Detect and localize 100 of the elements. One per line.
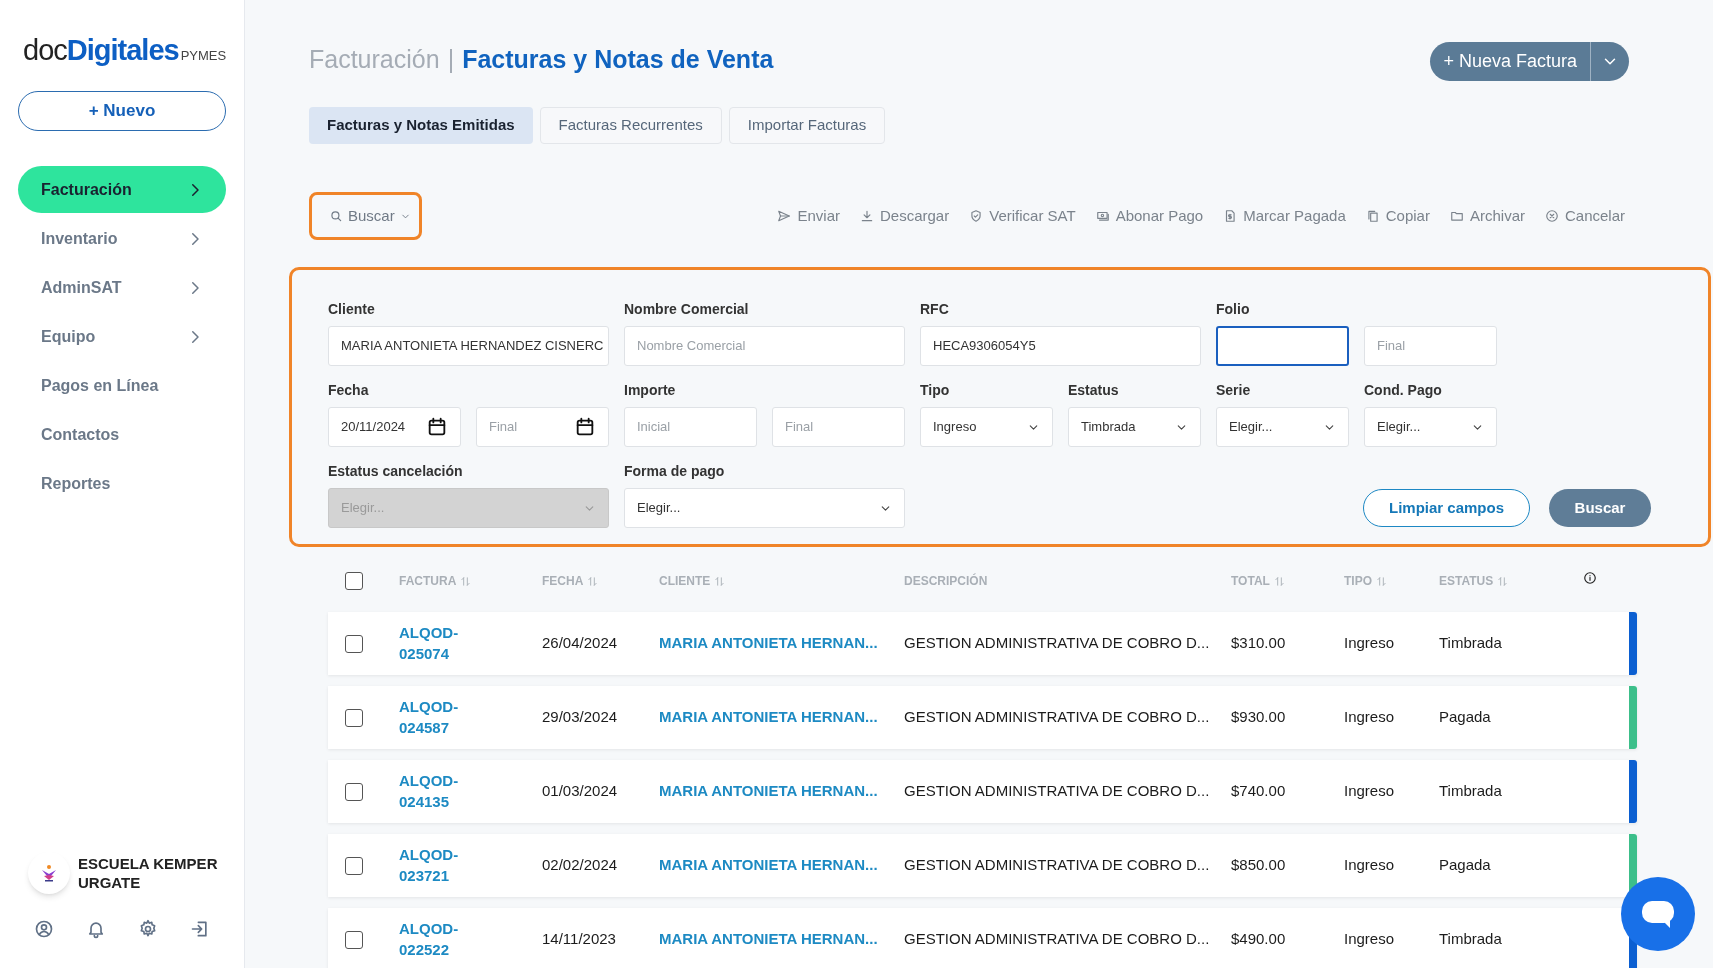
invoice-link[interactable]: ALQOD-022522 xyxy=(399,917,461,960)
table-cell: GESTION ADMINISTRATIVA DE COBRO D... xyxy=(904,856,1210,874)
invoice-link[interactable]: ALQOD-024587 xyxy=(399,695,461,738)
toolbar-action[interactable]: Archivar xyxy=(1449,204,1525,228)
toolbar-action[interactable]: Verificar SAT xyxy=(969,204,1076,228)
info-icon[interactable] xyxy=(1583,571,1597,585)
account-name: ESCUELA KEMPER URGATE xyxy=(78,854,219,892)
field-label: Cliente xyxy=(328,301,376,317)
bell-icon[interactable] xyxy=(86,919,106,939)
column-header[interactable]: TOTAL xyxy=(1231,572,1344,590)
table-cell: 29/03/2024 xyxy=(542,708,618,726)
field-label: Tipo xyxy=(920,382,951,398)
column-header[interactable]: FECHA xyxy=(542,572,659,590)
select-field[interactable]: Elegir... xyxy=(624,488,905,528)
sort-icon xyxy=(587,575,599,587)
toolbar-action[interactable]: Cancelar xyxy=(1544,204,1625,228)
select-field[interactable]: Elegir... xyxy=(1364,407,1497,447)
table-cell: $930.00 xyxy=(1231,708,1286,726)
client-link[interactable]: MARIA ANTONIETA HERNAN... xyxy=(659,782,878,800)
input-field[interactable]: Final xyxy=(772,407,905,447)
table-cell: Ingreso xyxy=(1344,782,1395,800)
column-header[interactable]: DESCRIPCIÓN xyxy=(904,572,1231,590)
checkbox[interactable] xyxy=(345,708,363,727)
invoice-link[interactable]: ALQOD-025074 xyxy=(399,621,461,664)
toolbar-action[interactable]: Enviar xyxy=(777,204,840,228)
tab[interactable]: Importar Facturas xyxy=(728,107,886,144)
client-link[interactable]: MARIA ANTONIETA HERNAN... xyxy=(659,708,878,726)
table-cell: GESTION ADMINISTRATIVA DE COBRO D... xyxy=(904,782,1210,800)
nav-item[interactable]: Contactos xyxy=(18,411,226,458)
tab[interactable]: Facturas Recurrentes xyxy=(539,107,722,144)
field-label: Forma de pago xyxy=(624,463,726,479)
toolbar-action[interactable]: Abonar Pago xyxy=(1095,204,1204,228)
table-row[interactable]: ALQOD-024135 01/03/2024 MARIA ANTONIETA HERNAN... GESTION ADMINISTRATIVA DE COBRO D... $740.00 Ingreso Timbrada xyxy=(328,760,1629,823)
table-cell: Ingreso xyxy=(1344,708,1395,726)
tab[interactable]: Facturas y Notas Emitidas xyxy=(309,107,533,144)
clear-button[interactable]: Limpiar campos xyxy=(1363,489,1530,527)
client-link[interactable]: MARIA ANTONIETA HERNAN... xyxy=(659,930,878,948)
table-cell: 02/02/2024 xyxy=(542,856,618,874)
date-field[interactable]: Final xyxy=(476,407,609,447)
field-label: Nombre Comercial xyxy=(624,301,750,317)
select-field[interactable]: Ingreso xyxy=(920,407,1053,447)
table-cell: Timbrada xyxy=(1439,930,1502,948)
table-cell: GESTION ADMINISTRATIVA DE COBRO D... xyxy=(904,930,1210,948)
checkbox[interactable] xyxy=(345,856,363,875)
nav-item[interactable]: Equipo xyxy=(18,313,226,360)
toolbar-action[interactable]: Descargar xyxy=(860,204,950,228)
checkbox[interactable] xyxy=(345,930,363,949)
search-dropdown-button[interactable]: Buscar xyxy=(309,192,422,240)
folder-icon xyxy=(1449,209,1464,223)
send-icon xyxy=(777,209,792,223)
table-row[interactable]: ALQOD-022522 14/11/2023 MARIA ANTONIETA HERNAN... GESTION ADMINISTRATIVA DE COBRO D... $490.00 Ingreso Timbrada xyxy=(328,908,1629,968)
table-cell: 14/11/2023 xyxy=(542,930,616,948)
invoice-link[interactable]: ALQOD-023721 xyxy=(399,843,461,886)
field-label: Folio xyxy=(1216,301,1251,317)
nav-item[interactable]: Facturación xyxy=(18,166,226,213)
input-field[interactable]: Final xyxy=(1364,326,1497,366)
invoice-link[interactable]: ALQOD-024135 xyxy=(399,769,461,812)
column-header[interactable]: ESTATUS xyxy=(1439,572,1549,590)
page-title: Facturas y Notas de Venta xyxy=(462,43,774,75)
logout-icon[interactable] xyxy=(190,919,210,939)
input-field[interactable]: Inicial xyxy=(624,407,757,447)
user-icon[interactable] xyxy=(34,919,54,939)
toolbar-action[interactable]: Marcar Pagada xyxy=(1223,204,1346,228)
toolbar-action[interactable]: Copiar xyxy=(1365,204,1430,228)
client-link[interactable]: MARIA ANTONIETA HERNAN... xyxy=(659,634,878,652)
input-field[interactable]: MARIA ANTONIETA HERNANDEZ CISNERC xyxy=(328,326,609,366)
table-row[interactable]: ALQOD-023721 02/02/2024 MARIA ANTONIETA HERNAN... GESTION ADMINISTRATIVA DE COBRO D... $850.00 Ingreso Pagada xyxy=(328,834,1629,897)
field-label: Importe xyxy=(624,382,677,398)
nav-item[interactable]: AdminSAT xyxy=(18,264,226,311)
calendar-icon[interactable] xyxy=(426,416,448,438)
table-cell: $850.00 xyxy=(1231,856,1286,874)
input-field[interactable]: HECA9306054Y5 xyxy=(920,326,1201,366)
column-header[interactable]: FACTURA xyxy=(399,572,542,590)
select-field[interactable]: Elegir... xyxy=(1216,407,1349,447)
input-field[interactable] xyxy=(1216,326,1349,366)
table-cell: $740.00 xyxy=(1231,782,1286,800)
download-icon xyxy=(860,209,874,223)
sort-icon xyxy=(1376,575,1387,587)
table-row[interactable]: ALQOD-024587 29/03/2024 MARIA ANTONIETA HERNAN... GESTION ADMINISTRATIVA DE COBRO D... $930.00 Ingreso Pagada xyxy=(328,686,1629,749)
select-field[interactable]: Timbrada xyxy=(1068,407,1201,447)
checkbox[interactable] xyxy=(345,782,363,801)
nav-item[interactable]: Inventario xyxy=(18,215,226,262)
search-button[interactable]: Buscar xyxy=(1549,489,1651,527)
settings-icon[interactable] xyxy=(138,919,158,939)
table-cell: GESTION ADMINISTRATIVA DE COBRO D... xyxy=(904,634,1210,652)
checkbox[interactable] xyxy=(345,634,363,653)
logo: docDigitalesPYMES xyxy=(23,36,228,65)
calendar-icon[interactable] xyxy=(574,416,596,438)
table-row[interactable]: ALQOD-025074 26/04/2024 MARIA ANTONIETA HERNAN... GESTION ADMINISTRATIVA DE COBRO D... $310.00 Ingreso Timbrada xyxy=(328,612,1629,675)
column-header[interactable]: CLIENTE xyxy=(659,572,904,590)
nav-item[interactable]: Pagos en Línea xyxy=(18,362,226,409)
cancel-icon xyxy=(1544,209,1559,223)
separator: | xyxy=(447,43,455,75)
client-link[interactable]: MARIA ANTONIETA HERNAN... xyxy=(659,856,878,874)
date-field[interactable]: 20/11/2024 xyxy=(328,407,461,447)
checkbox[interactable] xyxy=(345,572,363,590)
cash-icon xyxy=(1095,209,1110,223)
column-header[interactable]: TIPO xyxy=(1344,572,1439,590)
nav-item[interactable]: Reportes xyxy=(18,460,226,507)
input-field[interactable]: Nombre Comercial xyxy=(624,326,905,366)
